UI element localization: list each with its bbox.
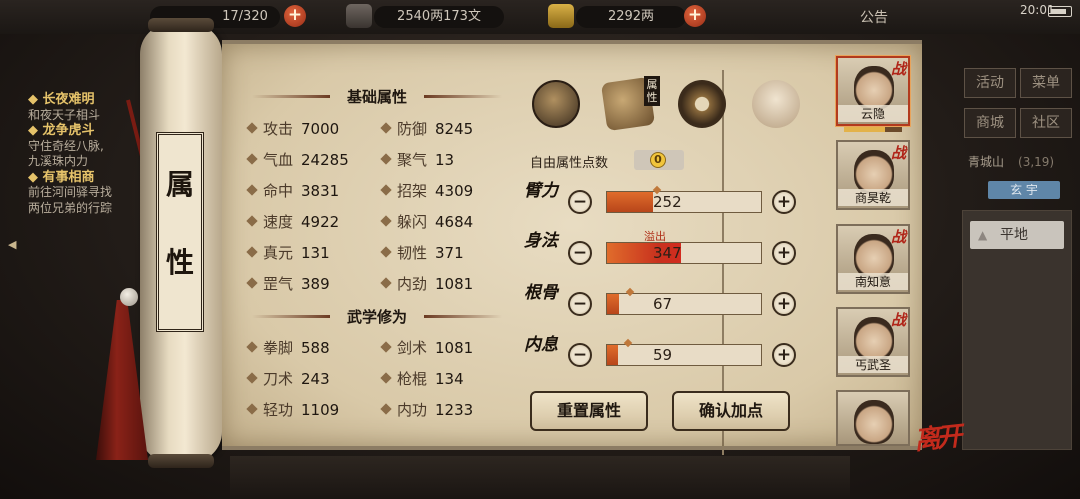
quest-item[interactable]: ◆ 有事相商 前往河间驿寻找 两位兄弟的行踪: [28, 170, 148, 217]
menu-activity[interactable]: 活动: [964, 68, 1016, 98]
agility-bar: 347: [606, 242, 762, 264]
quest-item[interactable]: ◆ 龙争虎斗 守住奇经八脉, 九溪珠内力: [28, 123, 148, 170]
stat-accuracy: 命中 3831: [246, 180, 339, 201]
character-portrait: [854, 66, 894, 110]
money-counter: 2540两173文: [374, 6, 504, 28]
battery-icon: [1048, 6, 1072, 17]
character-name: 丐武圣: [838, 356, 908, 373]
breath-plus-button[interactable]: +: [772, 343, 796, 367]
leave-button[interactable]: 离开: [912, 416, 960, 457]
character-name: 商昊乾: [838, 189, 908, 206]
tassel-bead: [120, 288, 138, 306]
stat-attack: 攻击 7000: [246, 118, 339, 139]
stat-true-energy: 真元 131: [246, 242, 330, 263]
attribute-panel: 基础属性 攻击 7000 防御 8245 气血 24285 聚气 13 命中 3831 招…: [222, 40, 922, 455]
basic-attributes-title: 基础属性: [252, 86, 502, 107]
breath-bar: 59: [606, 338, 762, 366]
character-name: 云隐: [838, 105, 908, 122]
constitution-bar: 67: [606, 287, 762, 315]
constitution-plus-button[interactable]: +: [772, 292, 796, 316]
attr-agility-label: 身法: [524, 231, 558, 251]
menu-community[interactable]: 社区: [1020, 108, 1072, 138]
free-points-value: 0: [650, 152, 666, 168]
character-portrait: [854, 150, 894, 194]
announcement-button[interactable]: 公告: [860, 7, 888, 27]
free-points-box: 0: [634, 150, 684, 170]
stat-inner-force: 内劲 1081: [380, 273, 473, 294]
terrain-button[interactable]: ▲ 平地: [970, 221, 1064, 249]
character-exp-bar: [844, 127, 902, 132]
menu-shop[interactable]: 商城: [964, 108, 1016, 138]
tab-equipment-icon[interactable]: [532, 80, 580, 128]
character-portrait: [854, 234, 894, 278]
stat-lightness: 轻功 1109: [246, 399, 339, 420]
strength-minus-button[interactable]: −: [568, 190, 592, 214]
stat-sword: 剑术 1081: [380, 337, 473, 358]
character-card[interactable]: [836, 390, 910, 446]
agility-minus-button[interactable]: −: [568, 241, 592, 265]
stat-parry: 招架 4309: [380, 180, 473, 201]
character-portrait: [854, 400, 894, 444]
battle-badge-icon: 战: [890, 228, 906, 246]
character-card[interactable]: 战 云隐: [836, 56, 910, 132]
gold-add-button[interactable]: +: [684, 5, 706, 27]
bottom-nav-bar: [230, 456, 850, 499]
character-card[interactable]: 战 商昊乾: [836, 140, 910, 210]
martial-arts-title: 武学修为: [252, 306, 502, 327]
attr-strength-label: 臂力: [524, 181, 558, 201]
tab-bagua-icon[interactable]: [678, 80, 726, 128]
stat-gang-qi: 罡气 389: [246, 273, 330, 294]
stat-defense: 防御 8245: [380, 118, 473, 139]
strength-bar: 252: [606, 185, 762, 213]
agility-plus-button[interactable]: +: [772, 241, 796, 265]
location-label: 青城山 (3,19): [968, 155, 1055, 169]
up-arrow-icon: ▲: [978, 228, 988, 242]
breath-minus-button[interactable]: −: [568, 343, 592, 367]
capacity-add-button[interactable]: +: [284, 5, 306, 27]
money-pouch-icon: [346, 4, 372, 28]
battle-badge-icon: 战: [890, 144, 906, 162]
tab-meridian-icon[interactable]: [752, 80, 800, 128]
scroll-title: 属 性: [156, 132, 204, 332]
gold-ingot-icon: [548, 4, 574, 28]
stat-spear-staff: 枪棍 134: [380, 368, 464, 389]
free-points-label: 自由属性点数: [530, 156, 609, 171]
scroll-roller: 属 性: [140, 18, 222, 468]
attr-breath-label: 内息: [524, 335, 558, 355]
strength-plus-button[interactable]: +: [772, 190, 796, 214]
stat-blade: 刀术 243: [246, 368, 330, 389]
constitution-minus-button[interactable]: −: [568, 292, 592, 316]
character-card[interactable]: 战 南知意: [836, 224, 910, 294]
gold-counter: 2292两: [576, 6, 686, 28]
stat-inner-art: 内功 1233: [380, 399, 473, 420]
stat-toughness: 韧性 371: [380, 242, 464, 263]
tab-attributes-label: 属性: [644, 76, 660, 106]
character-card[interactable]: 战 丐武圣: [836, 307, 910, 377]
stat-speed: 速度 4922: [246, 211, 339, 232]
battle-badge-icon: 战: [890, 60, 906, 78]
reset-attributes-button[interactable]: 重置属性: [530, 391, 648, 431]
menu-main[interactable]: 菜单: [1020, 68, 1072, 98]
stat-focus: 聚气 13: [380, 149, 454, 170]
collapse-arrow-icon[interactable]: ◀: [8, 238, 16, 251]
battle-badge-icon: 战: [890, 311, 906, 329]
confirm-points-button[interactable]: 确认加点: [672, 391, 790, 431]
stat-hp: 气血 24285: [246, 149, 349, 170]
stat-fist: 拳脚 588: [246, 337, 330, 358]
character-name: 南知意: [838, 273, 908, 290]
character-portrait: [854, 317, 894, 361]
attr-constitution-label: 根骨: [524, 283, 558, 303]
terrain-tab[interactable]: 玄 宇: [988, 181, 1060, 199]
stat-dodge: 躲闪 4684: [380, 211, 473, 232]
